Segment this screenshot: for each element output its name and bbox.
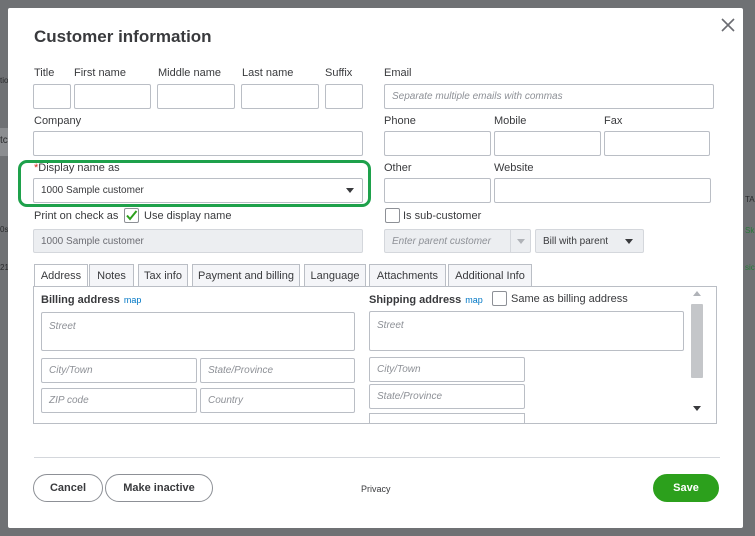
last-name-label: Last name — [242, 67, 294, 79]
print-on-check-input[interactable]: 1000 Sample customer — [33, 229, 363, 253]
tab-attachments[interactable]: Attachments — [369, 264, 446, 286]
chevron-down-icon[interactable] — [517, 239, 525, 244]
shipping-map-link[interactable]: map — [465, 295, 483, 305]
phone-label: Phone — [384, 115, 416, 127]
other-input[interactable] — [384, 178, 491, 203]
same-as-billing-label: Same as billing address — [511, 293, 628, 305]
tab-language[interactable]: Language — [304, 264, 366, 286]
tab-additional-info[interactable]: Additional Info — [448, 264, 532, 286]
fax-label: Fax — [604, 115, 623, 127]
display-name-select[interactable]: 1000 Sample customer — [33, 178, 363, 203]
shipping-state-input[interactable]: State/Province — [369, 384, 525, 409]
tab-notes[interactable]: Notes — [89, 264, 134, 286]
shipping-street-placeholder: Street — [377, 320, 404, 331]
sub-customer-label: Is sub-customer — [403, 210, 482, 222]
suffix-input[interactable] — [325, 84, 363, 109]
parent-customer-input[interactable]: Enter parent customer — [384, 229, 531, 253]
website-input[interactable] — [494, 178, 711, 203]
middle-name-input[interactable] — [157, 84, 235, 109]
use-display-name-label: Use display name — [144, 210, 232, 222]
chevron-down-icon[interactable] — [346, 188, 354, 193]
billing-city-input[interactable]: City/Town — [41, 358, 197, 383]
company-label: Company — [34, 115, 82, 127]
print-on-check-label: Print on check as — [34, 210, 119, 222]
sub-customer-checkbox[interactable] — [385, 208, 400, 223]
background-text: sic — [745, 263, 755, 272]
same-as-billing-checkbox[interactable] — [492, 291, 507, 306]
checkmark-icon — [126, 210, 138, 221]
tab-payment-and-billing[interactable]: Payment and billing — [192, 264, 300, 286]
billing-zip-input[interactable]: ZIP code — [41, 388, 197, 413]
shipping-address-label: Shipping address map — [369, 294, 483, 306]
scroll-up-icon[interactable] — [693, 291, 701, 296]
mobile-label: Mobile — [494, 115, 527, 127]
background-text: tc — [0, 135, 8, 146]
first-name-input[interactable] — [74, 84, 151, 109]
mobile-input[interactable] — [494, 131, 601, 156]
first-name-label: First name — [74, 67, 126, 79]
email-label: Email — [384, 67, 412, 79]
shipping-city-input[interactable]: City/Town — [369, 357, 525, 382]
tab-tax-info[interactable]: Tax info — [138, 264, 188, 286]
middle-name-label: Middle name — [158, 67, 221, 79]
billing-street-placeholder: Street — [49, 321, 76, 332]
shipping-address-label-text: Shipping address — [369, 294, 462, 306]
footer-divider — [34, 457, 720, 458]
last-name-input[interactable] — [241, 84, 319, 109]
scrollbar-thumb[interactable] — [691, 304, 703, 378]
chevron-down-icon[interactable] — [625, 239, 633, 244]
dialog-title: Customer information — [34, 27, 212, 46]
email-input[interactable]: Separate multiple emails with commas — [384, 84, 714, 109]
title-input[interactable] — [33, 84, 71, 109]
make-inactive-button[interactable]: Make inactive — [105, 474, 213, 502]
parent-customer-divider — [510, 230, 511, 252]
billing-map-link[interactable]: map — [124, 295, 142, 305]
display-name-label-text: Display name as — [38, 162, 120, 174]
save-button[interactable]: Save — [653, 474, 719, 502]
suffix-label: Suffix — [325, 67, 353, 79]
shipping-zip-input-partial[interactable] — [369, 413, 525, 423]
scroll-down-icon[interactable] — [693, 406, 701, 411]
billing-street-input[interactable]: Street — [41, 312, 355, 351]
close-icon[interactable] — [717, 14, 739, 36]
shipping-street-input[interactable]: Street — [369, 311, 684, 351]
background-text: TA — [745, 195, 755, 204]
customer-information-dialog: Customer information Title First name Mi… — [8, 8, 743, 528]
website-label: Website — [494, 162, 534, 174]
billing-state-input[interactable]: State/Province — [200, 358, 355, 383]
fax-input[interactable] — [604, 131, 710, 156]
phone-input[interactable] — [384, 131, 491, 156]
display-name-value: 1000 Sample customer — [41, 185, 144, 196]
billing-address-label: Billing address map — [41, 294, 141, 306]
background-text: Sk — [745, 226, 755, 235]
title-label: Title — [34, 67, 55, 79]
tab-address[interactable]: Address — [34, 264, 88, 287]
company-input[interactable] — [33, 131, 363, 156]
billing-country-input[interactable]: Country — [200, 388, 355, 413]
other-label: Other — [384, 162, 412, 174]
display-name-label: *Display name as — [34, 162, 120, 174]
privacy-link[interactable]: Privacy — [361, 484, 391, 494]
billing-address-label-text: Billing address — [41, 294, 120, 306]
cancel-button[interactable]: Cancel — [33, 474, 103, 502]
use-display-name-checkbox[interactable] — [124, 208, 139, 223]
